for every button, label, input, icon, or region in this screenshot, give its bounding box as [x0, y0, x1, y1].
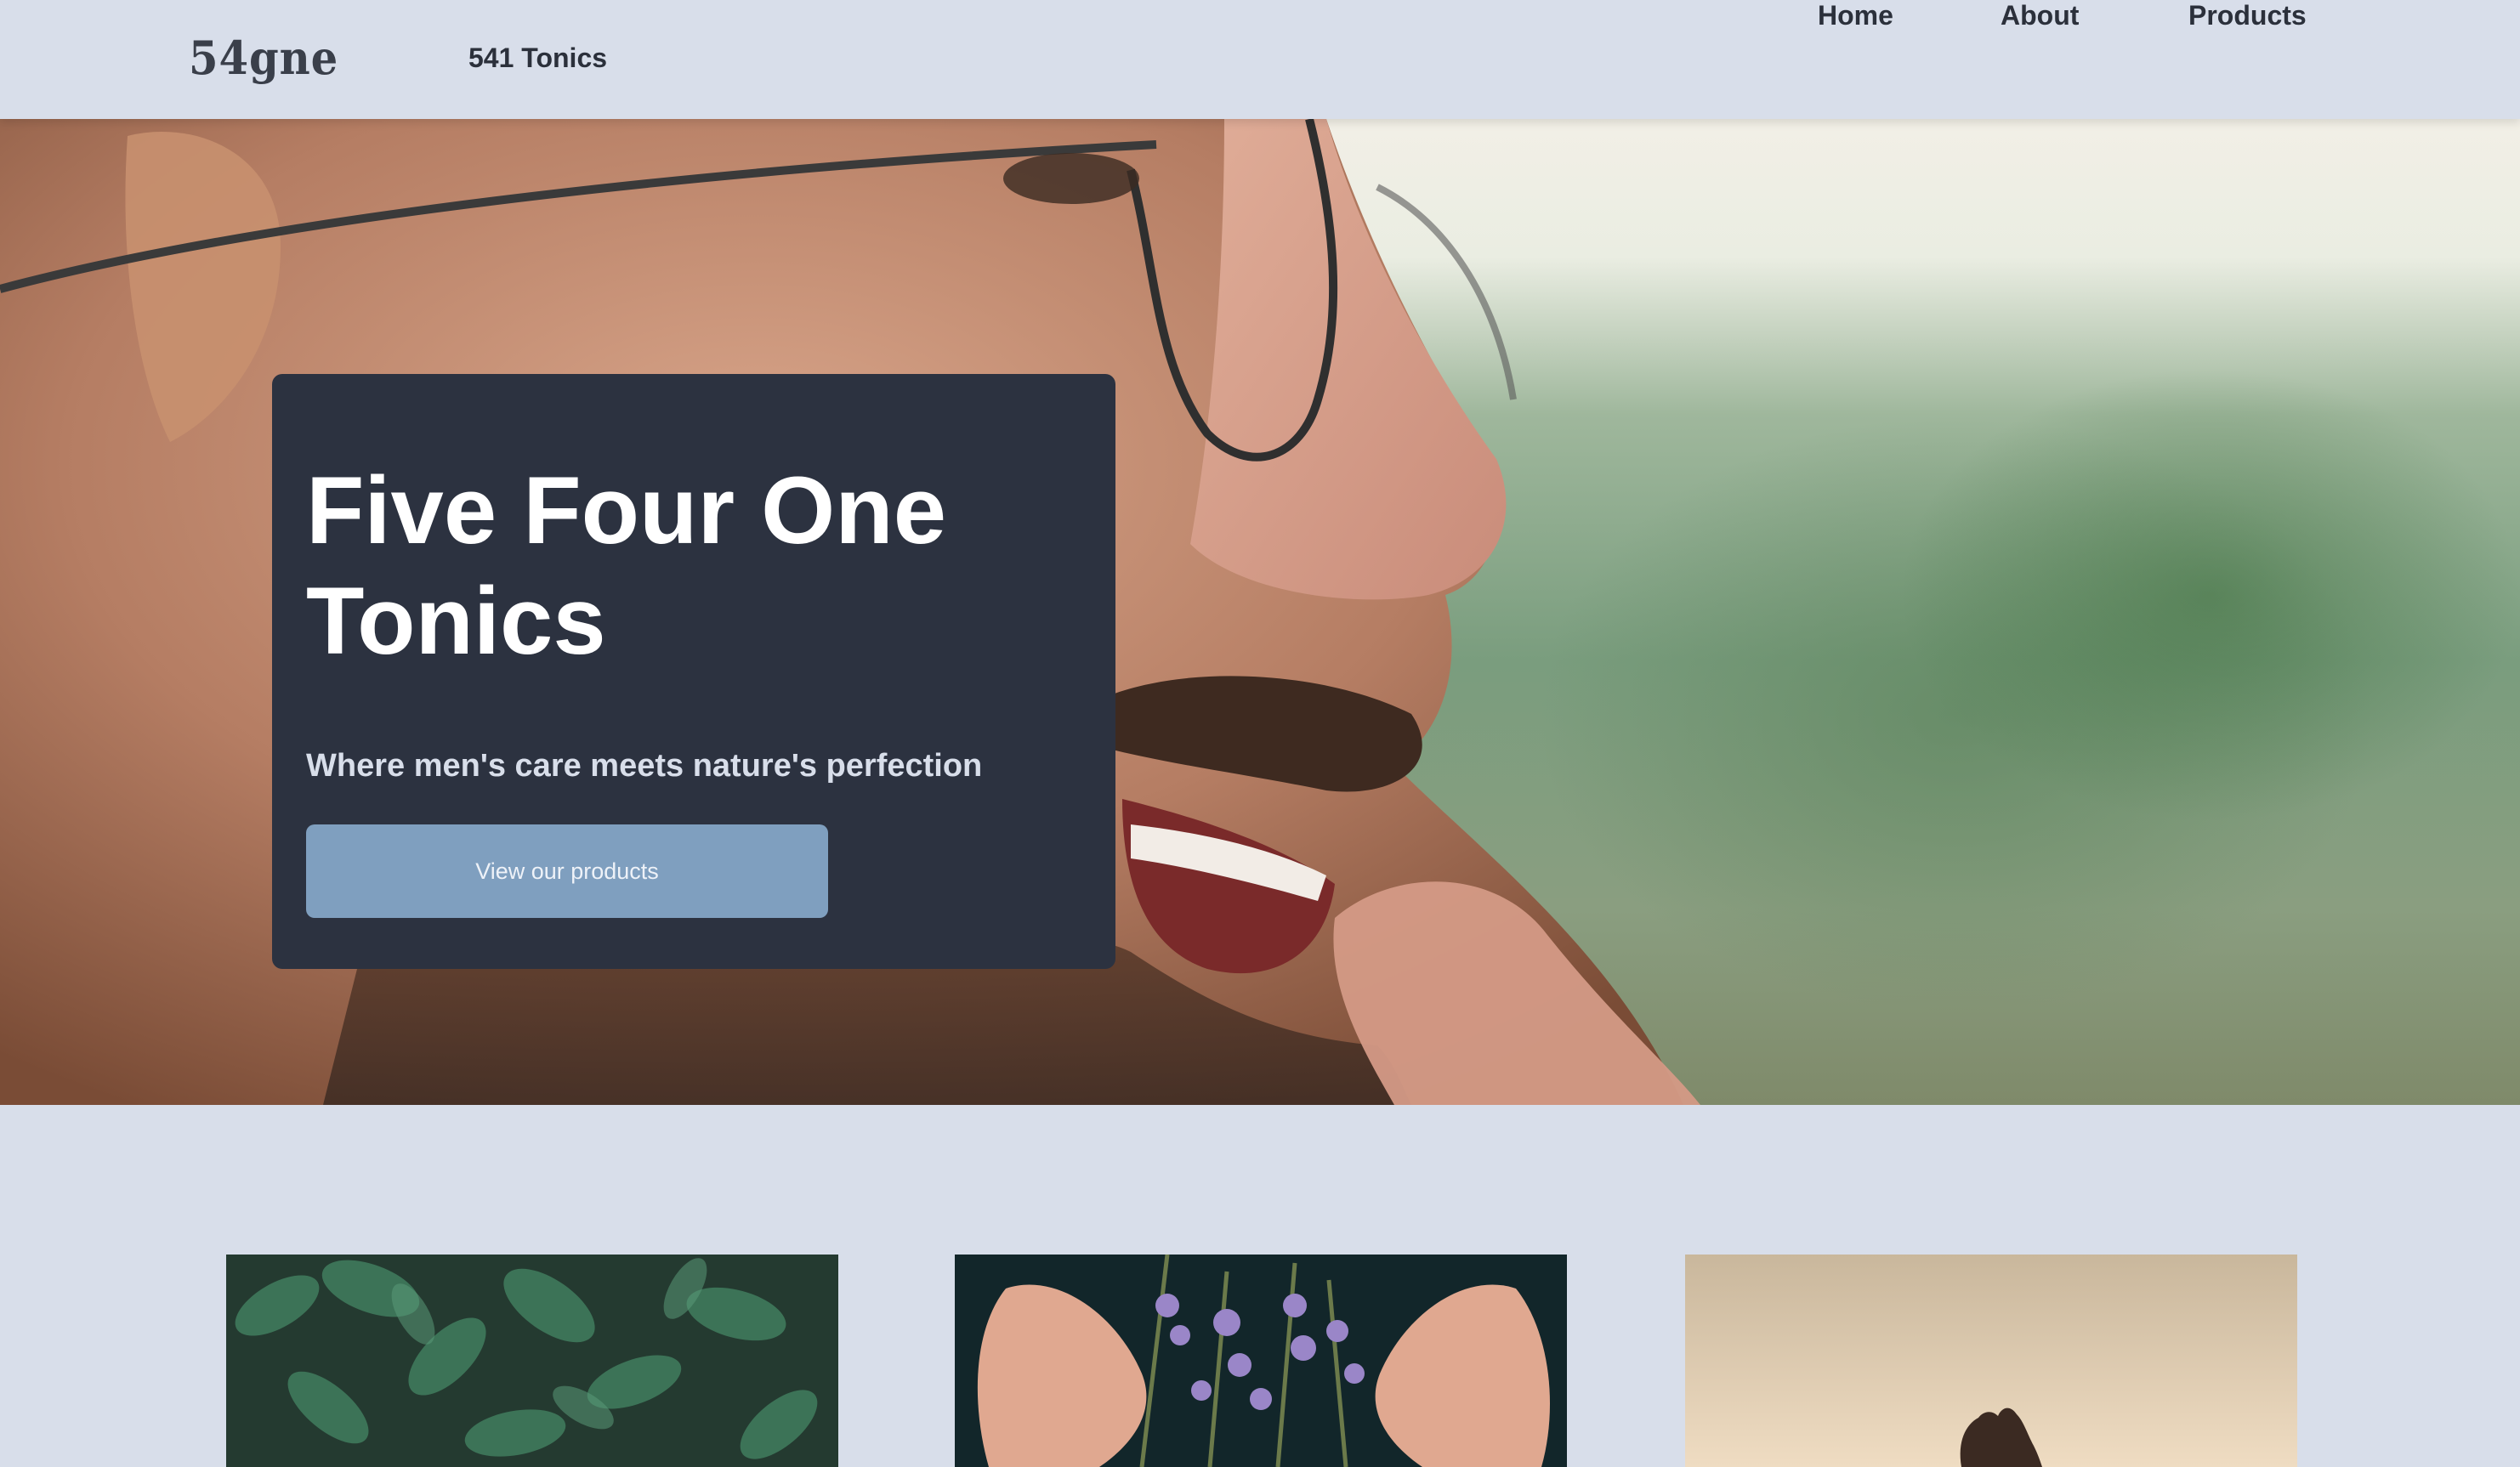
- view-products-button[interactable]: View our products: [306, 824, 828, 918]
- hero-title: Five Four One Tonics: [306, 457, 946, 674]
- feature-image-lavender: [955, 1255, 1567, 1467]
- hero-subtitle: Where men's care meets nature's perfecti…: [306, 748, 983, 784]
- brand-logo[interactable]: 54gne: [189, 31, 338, 85]
- hero-section: Five Four One Tonics Where men's care me…: [0, 119, 2520, 1105]
- top-navbar: 54gne 541 Tonics Home About Products: [0, 0, 2520, 119]
- brand-name[interactable]: 541 Tonics: [468, 42, 607, 74]
- nav-link-about[interactable]: About: [2001, 0, 2079, 31]
- hero-card: Five Four One Tonics Where men's care me…: [272, 374, 1115, 969]
- nav-link-products[interactable]: Products: [2188, 0, 2307, 31]
- feature-image-sunset-hand: [1685, 1255, 2297, 1467]
- nav-link-home[interactable]: Home: [1818, 0, 1893, 31]
- feature-image-leaves: [226, 1255, 838, 1467]
